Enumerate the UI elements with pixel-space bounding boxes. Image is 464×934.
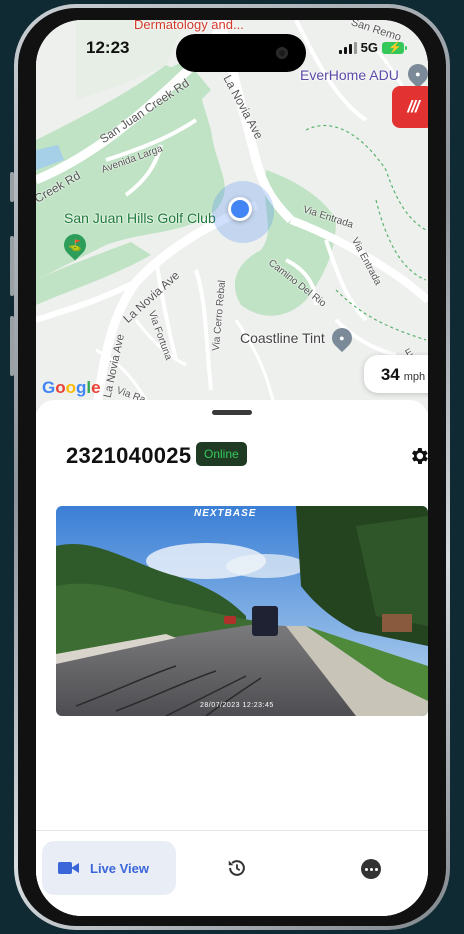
- volume-down-button: [10, 316, 14, 376]
- dynamic-island: [176, 34, 306, 72]
- device-id: 2321040025: [66, 443, 192, 468]
- gear-icon[interactable]: [408, 445, 428, 467]
- tab-live-view[interactable]: Live View: [42, 841, 176, 895]
- status-badge: Online: [196, 442, 247, 466]
- video-frame: [56, 506, 428, 716]
- signal-icon: [338, 41, 357, 54]
- speed-indicator: 34 mph: [364, 355, 428, 393]
- map-poi-dermatology[interactable]: Dermatology and...: [134, 20, 244, 32]
- volume-up-button: [10, 236, 14, 296]
- status-icons: 5G ⚡: [338, 40, 407, 55]
- battery-charging-icon: ⚡: [382, 41, 407, 54]
- video-camera-icon: [58, 861, 80, 875]
- tab-live-view-label: Live View: [90, 860, 150, 876]
- video-timestamp: 28/07/2023 12:23:45: [200, 702, 274, 709]
- more-options-icon[interactable]: [361, 859, 381, 879]
- history-icon[interactable]: [226, 857, 248, 879]
- speed-unit: mph: [403, 371, 426, 383]
- map-poi-coastline-tint[interactable]: Coastline Tint: [240, 330, 325, 346]
- live-video-feed[interactable]: NEXTBASE 28/07/2023 12:23:45: [56, 506, 428, 716]
- front-camera-icon: [276, 47, 288, 59]
- device-sheet: 2321040025 Online NEXTBASE 28/07/2023 12…: [36, 400, 428, 916]
- map-view[interactable]: Dermatology and... San Remo EverHome ADU…: [36, 20, 428, 412]
- status-time: 12:23: [86, 38, 130, 57]
- speed-value: 34: [380, 365, 400, 384]
- action-button: [10, 172, 14, 202]
- bottom-tab-bar: Live View: [36, 830, 428, 916]
- app-screen: Dermatology and... San Remo EverHome ADU…: [36, 20, 428, 916]
- map-poi-everhome[interactable]: EverHome ADU: [300, 67, 399, 83]
- current-location-dot[interactable]: [228, 197, 252, 221]
- google-logo: Google: [42, 378, 101, 397]
- network-type: 5G: [360, 40, 378, 55]
- video-brand-logo: NEXTBASE: [194, 508, 257, 519]
- nextbase-brand-button[interactable]: ///: [392, 86, 428, 128]
- sheet-grabber[interactable]: [212, 410, 252, 415]
- map-poi-golf-club[interactable]: San Juan Hills Golf Club: [64, 210, 216, 226]
